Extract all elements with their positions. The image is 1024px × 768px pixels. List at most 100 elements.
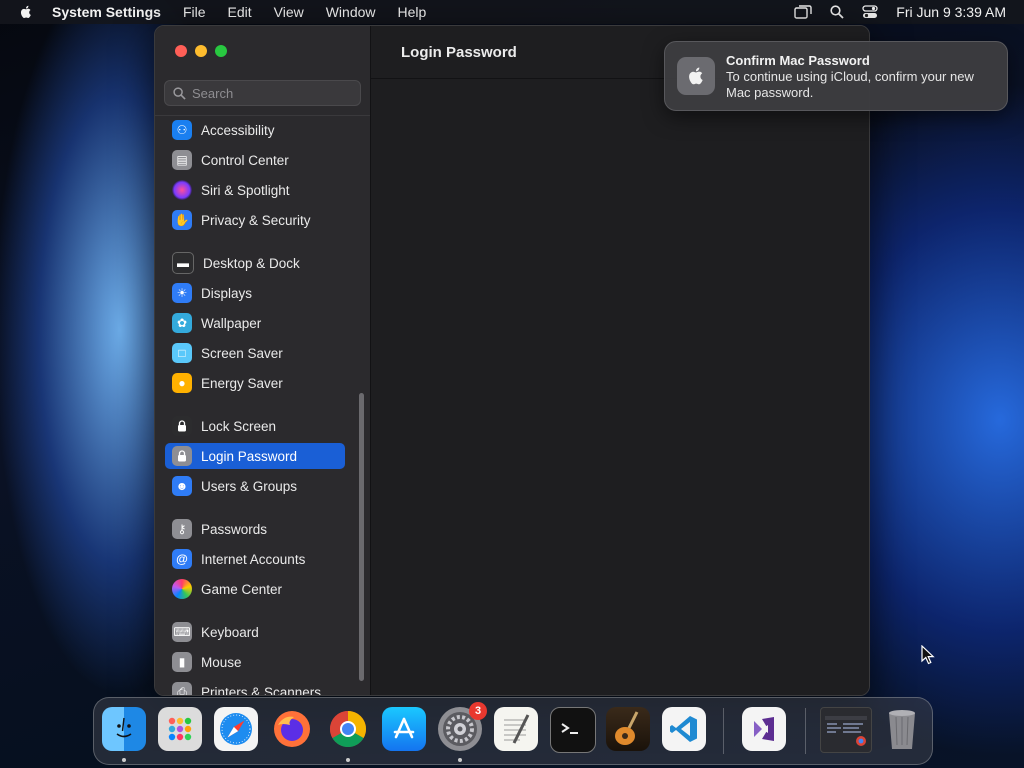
users-icon: ☻	[172, 476, 192, 496]
apple-menu-icon[interactable]	[18, 4, 34, 20]
sidebar-item-desktop-dock[interactable]: ▬ Desktop & Dock	[165, 250, 345, 276]
siri-icon	[172, 180, 192, 200]
sidebar-item-label: Keyboard	[201, 624, 259, 640]
sidebar-item-users-groups[interactable]: ☻ Users & Groups	[165, 473, 345, 499]
sidebar-item-label: Mouse	[201, 654, 242, 670]
sidebar-scrollbar[interactable]	[359, 393, 364, 681]
spotlight-search-icon[interactable]	[830, 5, 844, 19]
app-menu[interactable]: System Settings	[52, 4, 161, 20]
screen-mirroring-icon[interactable]	[794, 5, 812, 19]
garageband-icon[interactable]	[606, 707, 650, 751]
vscode-icon[interactable]	[662, 707, 706, 751]
textedit-icon[interactable]	[494, 707, 538, 751]
sidebar-item-screen-saver[interactable]: □ Screen Saver	[165, 340, 345, 366]
sidebar-item-label: Energy Saver	[201, 375, 283, 391]
sidebar-item-label: Passwords	[201, 521, 268, 537]
flower-icon: ✿	[172, 313, 192, 333]
sidebar-item-control-center[interactable]: ▤ Control Center	[165, 147, 345, 173]
sidebar-list: ⚇ Accessibility ▤ Control Center Siri & …	[155, 116, 370, 696]
hand-icon: ✋	[172, 210, 192, 230]
sidebar-item-label: Desktop & Dock	[203, 255, 300, 271]
sidebar-item-keyboard[interactable]: ⌨ Keyboard	[165, 619, 345, 645]
sidebar-item-label: Accessibility	[201, 122, 275, 138]
trash-icon[interactable]	[880, 707, 924, 751]
close-window-button[interactable]	[175, 45, 187, 57]
control-center-icon: ▤	[172, 150, 192, 170]
accessibility-icon: ⚇	[172, 120, 192, 140]
safari-icon[interactable]	[214, 707, 258, 751]
sidebar-item-label: Siri & Spotlight	[201, 182, 290, 198]
chrome-icon[interactable]	[326, 707, 370, 751]
dock-separator	[805, 708, 806, 754]
dock-separator	[723, 708, 724, 754]
apple-logo-icon	[677, 57, 715, 95]
dock	[93, 697, 933, 765]
sidebar-item-siri-spotlight[interactable]: Siri & Spotlight	[165, 177, 345, 203]
menu-bar: System Settings File Edit View Window He…	[0, 0, 1024, 24]
notification-banner[interactable]: Confirm Mac Password To continue using i…	[664, 41, 1008, 111]
sidebar-item-energy-saver[interactable]: ● Energy Saver	[165, 370, 345, 396]
lock-icon	[172, 416, 192, 436]
file-menu[interactable]: File	[183, 4, 206, 20]
sidebar-item-label: Lock Screen	[201, 418, 277, 434]
control-center-icon[interactable]	[862, 5, 878, 19]
printer-icon: ⎙	[172, 682, 192, 695]
running-indicator	[346, 758, 350, 762]
running-indicator	[122, 758, 126, 762]
sidebar-item-privacy-security[interactable]: ✋ Privacy & Security	[165, 207, 345, 233]
clock[interactable]: Fri Jun 9 3:39 AM	[896, 4, 1006, 20]
sidebar-item-mouse[interactable]: ▮ Mouse	[165, 649, 345, 675]
zoom-window-button[interactable]	[215, 45, 227, 57]
sidebar-item-displays[interactable]: ☀ Displays	[165, 280, 345, 306]
help-menu[interactable]: Help	[398, 4, 427, 20]
terminal-icon[interactable]	[550, 707, 596, 753]
notification-body: To continue using iCloud, confirm your n…	[726, 69, 974, 100]
sidebar-item-game-center[interactable]: Game Center	[165, 576, 345, 602]
bulb-icon: ●	[172, 373, 192, 393]
sidebar-item-label: Users & Groups	[201, 478, 298, 494]
view-menu[interactable]: View	[274, 4, 304, 20]
visual-studio-icon[interactable]	[742, 707, 786, 751]
key-icon: ⚷	[172, 519, 192, 539]
search-field[interactable]	[164, 80, 361, 106]
sidebar-item-label: Screen Saver	[201, 345, 283, 361]
sidebar-item-label: Game Center	[201, 581, 283, 597]
minimize-window-button[interactable]	[195, 45, 207, 57]
mouse-cursor-icon	[921, 645, 935, 665]
sidebar-item-label: Login Password	[201, 448, 298, 464]
sun-icon: ☀	[172, 283, 192, 303]
minimized-window-icon[interactable]	[820, 707, 872, 753]
at-icon: @	[172, 549, 192, 569]
sidebar-item-label: Internet Accounts	[201, 551, 306, 567]
screen-saver-icon: □	[172, 343, 192, 363]
sidebar-item-label: Privacy & Security	[201, 212, 311, 228]
sidebar-item-printers-scanners[interactable]: ⎙ Printers & Scanners	[165, 679, 345, 696]
search-input[interactable]	[190, 84, 354, 102]
running-indicator	[458, 758, 462, 762]
page-title: Login Password	[401, 43, 517, 61]
sidebar-item-label: Printers & Scanners	[201, 684, 322, 696]
app-store-icon[interactable]	[382, 707, 426, 751]
search-icon	[173, 86, 186, 100]
edit-menu[interactable]: Edit	[228, 4, 252, 20]
notification-title: Confirm Mac Password	[726, 53, 870, 68]
lock-icon	[172, 446, 192, 466]
sidebar-item-internet-accounts[interactable]: @ Internet Accounts	[165, 546, 345, 572]
sidebar-item-login-password[interactable]: Login Password	[165, 443, 345, 469]
sidebar-item-passwords[interactable]: ⚷ Passwords	[165, 516, 345, 542]
launchpad-icon[interactable]	[158, 707, 202, 751]
keyboard-icon: ⌨	[172, 622, 192, 642]
system-settings-window: ⚇ Accessibility ▤ Control Center Siri & …	[154, 25, 870, 696]
finder-icon[interactable]	[102, 707, 146, 751]
firefox-icon[interactable]	[270, 707, 314, 751]
sidebar-item-label: Wallpaper	[201, 315, 262, 331]
mouse-icon: ▮	[172, 652, 192, 672]
sidebar-item-label: Control Center	[201, 152, 289, 168]
sidebar-item-wallpaper[interactable]: ✿ Wallpaper	[165, 310, 345, 336]
window-menu[interactable]: Window	[326, 4, 376, 20]
sidebar-item-accessibility[interactable]: ⚇ Accessibility	[165, 117, 345, 143]
content-pane: Login Password	[370, 26, 869, 695]
game-center-icon	[172, 579, 192, 599]
sidebar-item-label: Displays	[201, 285, 253, 301]
sidebar-item-lock-screen[interactable]: Lock Screen	[165, 413, 345, 439]
